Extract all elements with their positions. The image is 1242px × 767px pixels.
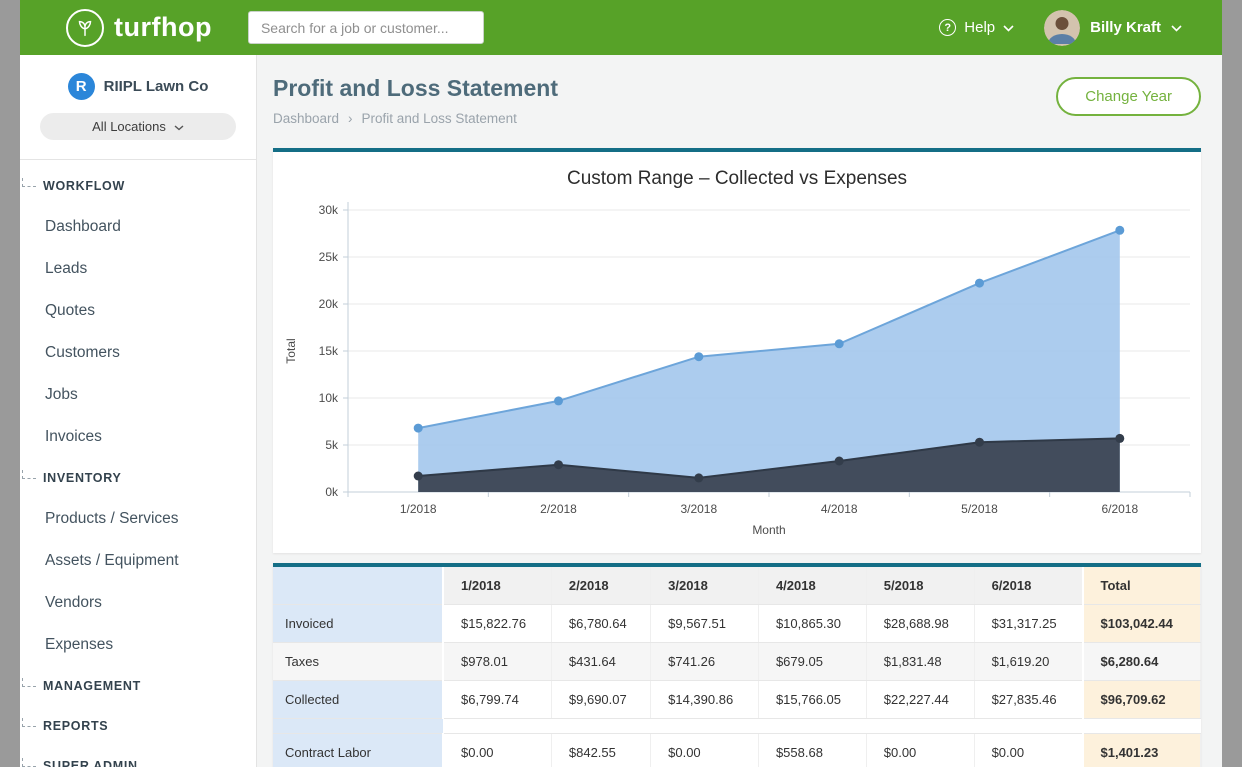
table-row-collected: Collected $6,799.74 $9,690.07 $14,390.86… [273,681,1201,719]
brand-wordmark: turfhop [114,12,212,43]
main-content: Profit and Loss Statement Dashboard › Pr… [257,55,1222,767]
pl-table: 1/2018 2/2018 3/2018 4/2018 5/2018 6/201… [273,567,1201,767]
app-frame: turfhop ? Help Billy Kraft [20,0,1222,767]
help-chevron-icon [1003,19,1014,36]
page-header: Profit and Loss Statement Dashboard › Pr… [273,55,1201,126]
table-header-month: 2/2018 [551,567,650,605]
breadcrumb-dashboard[interactable]: Dashboard [273,111,339,126]
sidebar-nav: WORKFLOW Dashboard Leads Quotes Customer… [20,160,256,767]
sidebar-item-jobs[interactable]: Jobs [20,374,256,416]
chart-title: Custom Range – Collected vs Expenses [273,168,1201,190]
svg-text:25k: 25k [319,250,339,264]
svg-text:3/2018: 3/2018 [680,502,717,516]
sidebar-item-invoices[interactable]: Invoices [20,416,256,458]
svg-text:0k: 0k [325,485,339,499]
svg-text:15k: 15k [319,344,339,358]
sidebar-item-assets-equipment[interactable]: Assets / Equipment [20,540,256,582]
tree-branch-icon [22,758,36,767]
table-header-month: 1/2018 [443,567,551,605]
table-row-taxes: Taxes $978.01 $431.64 $741.26 $679.05 $1… [273,643,1201,681]
tree-branch-icon [22,178,36,187]
user-name: Billy Kraft [1090,19,1161,36]
breadcrumb-current: Profit and Loss Statement [362,111,517,126]
svg-text:Month: Month [752,523,785,537]
sidebar-item-products-services[interactable]: Products / Services [20,498,256,540]
sidebar-item-expenses[interactable]: Expenses [20,624,256,666]
content-shell: R RIIPL Lawn Co All Locations WORKFLOW D… [20,55,1222,767]
table-header-total: Total [1083,567,1201,605]
svg-text:1/2018: 1/2018 [400,502,437,516]
global-search [248,11,484,44]
svg-text:20k: 20k [319,297,339,311]
sidebar-item-quotes[interactable]: Quotes [20,290,256,332]
company-name: RIIPL Lawn Co [104,78,209,95]
breadcrumb-separator-icon: › [348,111,353,126]
user-menu[interactable]: Billy Kraft [1044,10,1182,46]
svg-text:30k: 30k [319,203,339,217]
top-bar: turfhop ? Help Billy Kraft [20,0,1222,55]
table-row-contract-labor: Contract Labor $0.00 $842.55 $0.00 $558.… [273,734,1201,767]
sidebar-item-dashboard[interactable]: Dashboard [20,206,256,248]
profit-loss-chart: 0k 5k 10k 15k 20k 25k 30k 1/2018 2/2018 3/2018 4/2… [273,192,1201,549]
turfhop-logo-icon [66,9,104,47]
nav-section-inventory[interactable]: INVENTORY [20,458,256,498]
help-icon: ? [939,19,956,36]
table-header-blank [273,567,443,605]
sidebar-item-vendors[interactable]: Vendors [20,582,256,624]
table-header-month: 6/2018 [974,567,1082,605]
tree-branch-icon [22,470,36,479]
svg-text:Total: Total [284,338,298,363]
table-header-month: 5/2018 [866,567,974,605]
search-input[interactable] [248,11,484,44]
help-menu[interactable]: ? Help [939,19,1014,36]
location-selector[interactable]: All Locations [40,113,236,140]
user-chevron-icon [1171,19,1182,36]
location-chevron-icon [174,119,184,134]
table-row-invoiced: Invoiced $15,822.76 $6,780.64 $9,567.51 … [273,605,1201,643]
table-header-row: 1/2018 2/2018 3/2018 4/2018 5/2018 6/201… [273,567,1201,605]
help-label: Help [964,19,995,36]
svg-text:5/2018: 5/2018 [961,502,998,516]
page-title: Profit and Loss Statement [273,75,558,102]
user-avatar [1044,10,1080,46]
sidebar-item-leads[interactable]: Leads [20,248,256,290]
sidebar: R RIIPL Lawn Co All Locations WORKFLOW D… [20,55,257,767]
tree-branch-icon [22,678,36,687]
table-header-month: 3/2018 [651,567,759,605]
pl-chart-card: Custom Range – Collected vs Expenses 0k 5… [273,148,1201,553]
nav-section-reports[interactable]: REPORTS [20,706,256,746]
breadcrumb: Dashboard › Profit and Loss Statement [273,111,558,126]
nav-section-workflow[interactable]: WORKFLOW [20,166,256,206]
svg-text:2/2018: 2/2018 [540,502,577,516]
nav-section-super-admin[interactable]: SUPER ADMIN [20,746,256,767]
svg-text:4/2018: 4/2018 [821,502,858,516]
svg-text:10k: 10k [319,391,339,405]
table-section-separator [273,719,1201,734]
tree-branch-icon [22,718,36,727]
table-header-month: 4/2018 [758,567,866,605]
pl-table-card: 1/2018 2/2018 3/2018 4/2018 5/2018 6/201… [273,563,1201,767]
svg-text:5k: 5k [325,438,339,452]
topbar-right: ? Help Billy Kraft [939,10,1182,46]
company-logo-icon: R [68,73,95,100]
change-year-button[interactable]: Change Year [1056,77,1201,116]
sidebar-item-customers[interactable]: Customers [20,332,256,374]
nav-section-management[interactable]: MANAGEMENT [20,666,256,706]
company-header: R RIIPL Lawn Co All Locations [20,55,256,160]
turfhop-logo[interactable]: turfhop [66,9,212,47]
location-label: All Locations [92,119,166,134]
svg-text:6/2018: 6/2018 [1101,502,1138,516]
